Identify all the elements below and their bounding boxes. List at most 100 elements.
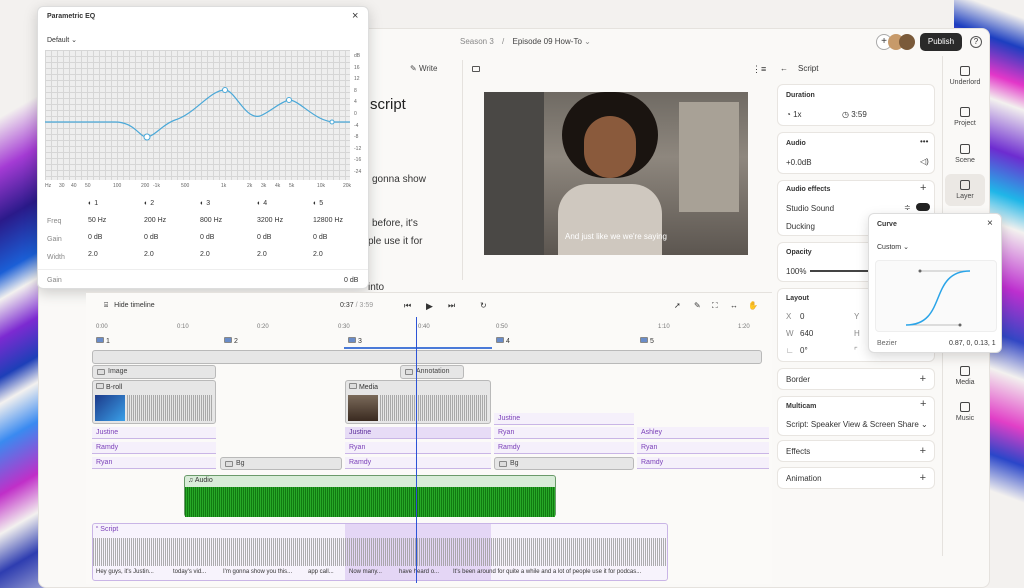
scene-marker[interactable]: 4 (496, 337, 510, 345)
script-line[interactable]: before, it's (372, 218, 418, 229)
script-line[interactable]: gonna show (372, 174, 426, 185)
band-width[interactable]: 2.0 (313, 251, 343, 258)
speaker-clip[interactable]: Justine (345, 427, 491, 439)
effects-section[interactable]: Effects + (777, 440, 935, 462)
master-gain-value[interactable]: 0 dB (344, 277, 358, 284)
studio-sound-toggle[interactable] (916, 203, 930, 211)
script-line[interactable]: ple use it for (368, 236, 422, 247)
scene-track[interactable] (92, 350, 762, 364)
curve-preset-select[interactable]: Custom ⌄ (877, 243, 909, 251)
band-freq[interactable]: 3200 Hz (257, 217, 283, 224)
speaker-clip[interactable]: Ryan (494, 427, 634, 439)
speed-control[interactable]: ◔ 1x (786, 110, 802, 119)
audio-volume[interactable]: +0.0dB (786, 158, 812, 167)
speaker-clip[interactable]: Ryan (92, 457, 216, 469)
scene-marker[interactable]: 2 (224, 337, 238, 345)
band-width[interactable]: 2.0 (257, 251, 283, 258)
width-field[interactable]: 640 (800, 329, 813, 338)
x-field[interactable]: 0 (800, 312, 804, 321)
breadcrumb-season[interactable]: Season 3 (460, 37, 494, 46)
scene-marker[interactable]: 5 (640, 337, 654, 345)
animation-section[interactable]: Animation + (777, 467, 935, 489)
layout-icon[interactable]: ⋮≡ (752, 64, 766, 75)
eq-graph[interactable] (45, 50, 350, 180)
scene-marker[interactable]: 1 (96, 337, 110, 345)
opacity-value[interactable]: 100% (786, 267, 806, 276)
band-toggle-icon[interactable]: ◐ (257, 200, 261, 207)
eq-band-handle[interactable] (222, 87, 228, 93)
eq-band-handle[interactable] (286, 97, 292, 103)
image-clip[interactable]: Image (92, 365, 216, 379)
crop-icon[interactable]: ⛶ (712, 301, 718, 311)
bg-clip[interactable]: Bg (220, 457, 342, 470)
skip-back-icon[interactable]: ⏮ (404, 301, 411, 311)
bezier-value[interactable]: 0.87, 0, 0.13, 1 (949, 340, 996, 347)
sidebar-item-underlord[interactable]: Underlord (945, 66, 985, 86)
sidebar-item-music[interactable]: Music (945, 402, 985, 422)
hide-timeline-button[interactable]: ⌸ Hide timeline (104, 302, 155, 310)
opacity-slider[interactable] (810, 270, 870, 272)
duration-field[interactable]: ◷ 3:59 (842, 110, 867, 119)
rotation-field[interactable]: 0° (800, 346, 808, 355)
speaker-clip[interactable]: Ryan (637, 442, 769, 454)
band-gain[interactable]: 0 dB (88, 234, 106, 241)
close-icon[interactable]: × (987, 218, 993, 229)
breadcrumb-episode[interactable]: Episode 09 How-To (513, 37, 582, 46)
script-word[interactable]: I'm gonna show you this... (223, 569, 292, 575)
screen-icon[interactable] (472, 66, 480, 72)
media-clip[interactable]: Media (345, 380, 491, 424)
play-icon[interactable]: ▶ (426, 301, 433, 312)
script-word[interactable]: app call... (308, 569, 334, 575)
speaker-clip[interactable]: Ramdy (92, 442, 216, 454)
close-icon[interactable]: × (352, 10, 358, 22)
more-icon[interactable]: ••• (920, 137, 928, 146)
blade-icon[interactable]: ✎ (694, 301, 701, 310)
band-gain[interactable]: 0 dB (144, 234, 166, 241)
band-freq[interactable]: 12800 Hz (313, 217, 343, 224)
hand-icon[interactable]: ✋ (748, 301, 758, 310)
curve-editor[interactable] (875, 260, 997, 332)
add-border-icon[interactable]: + (920, 373, 926, 385)
band-toggle-icon[interactable]: ◐ (144, 200, 148, 207)
skip-forward-icon[interactable]: ⏭ (448, 301, 455, 311)
expand-icon[interactable]: ↔ (730, 301, 738, 310)
script-word[interactable]: today's vid... (173, 569, 206, 575)
sidebar-item-scene[interactable]: Scene (945, 144, 985, 164)
band-toggle-icon[interactable]: ◐ (88, 200, 92, 207)
sidebar-item-media[interactable]: Media (945, 366, 985, 386)
eq-preset-select[interactable]: Default ⌄ (47, 36, 77, 44)
band-width[interactable]: 2.0 (200, 251, 222, 258)
band-gain[interactable]: 0 dB (313, 234, 343, 241)
band-toggle-icon[interactable]: ◐ (200, 200, 204, 207)
band-freq[interactable]: 800 Hz (200, 217, 222, 224)
back-button[interactable]: ← Script (780, 64, 818, 73)
speaker-clip[interactable]: Justine (494, 413, 634, 425)
band-freq[interactable]: 200 Hz (144, 217, 166, 224)
script-word[interactable]: Hey guys, it's Justin... (96, 569, 154, 575)
sliders-icon[interactable]: ≑ (904, 203, 911, 212)
script-clip[interactable]: “ Script Hey guys, it's Justin... today'… (92, 523, 668, 581)
add-animation-icon[interactable]: + (920, 472, 926, 484)
bg-clip[interactable]: Bg (494, 457, 634, 470)
speaker-clip[interactable]: Ramdy (637, 457, 769, 469)
sidebar-item-project[interactable]: Project (945, 107, 985, 127)
audio-clip[interactable]: ♫ Audio (184, 475, 556, 517)
band-gain[interactable]: 0 dB (257, 234, 283, 241)
publish-button[interactable]: Publish (920, 33, 962, 51)
help-icon[interactable]: ? (970, 36, 982, 48)
speaker-clip[interactable]: Justine (92, 427, 216, 439)
script-word[interactable]: Now many... (349, 569, 382, 575)
band-width[interactable]: 2.0 (144, 251, 166, 258)
handle-point[interactable] (918, 269, 922, 273)
broll-clip[interactable]: B-roll (92, 380, 216, 424)
border-section[interactable]: Border + (777, 368, 935, 390)
scene-marker[interactable]: 3 (348, 337, 362, 345)
speaker-clip[interactable]: Ryan (345, 442, 491, 454)
script-word[interactable]: It's been around for quite a while and a… (453, 569, 641, 575)
speaker-icon[interactable]: ◁) (920, 157, 929, 166)
band-width[interactable]: 2.0 (88, 251, 106, 258)
multicam-select[interactable]: Script: Speaker View & Screen Share ⌄ (786, 420, 928, 429)
annotation-clip[interactable]: Annotation (400, 365, 464, 379)
add-multicam-button[interactable]: + (920, 398, 926, 410)
sidebar-item-layer[interactable]: Layer (945, 174, 985, 206)
